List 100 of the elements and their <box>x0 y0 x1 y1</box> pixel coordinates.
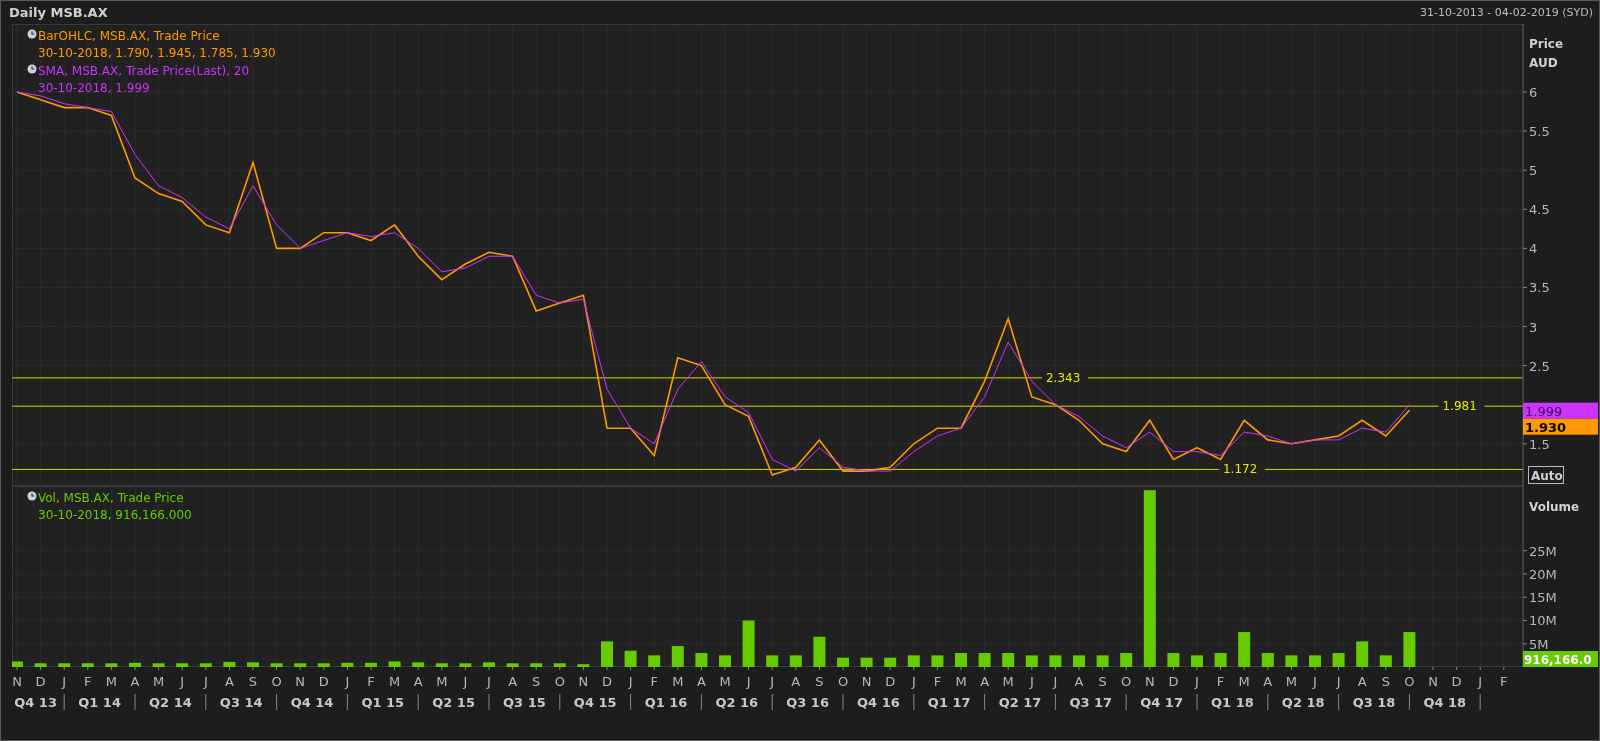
volume-bar <box>648 655 661 667</box>
volume-bar <box>813 636 826 667</box>
month-label: M <box>105 674 117 689</box>
month-label: S <box>1098 674 1107 689</box>
volume-bar <box>955 653 967 667</box>
last-value-tag: 916,166.0 <box>1523 651 1598 667</box>
volume-bar <box>1191 655 1203 667</box>
clock-icon <box>27 64 37 74</box>
legend-values: 30-10-2018, 1.999 <box>38 80 151 97</box>
volume-bar <box>860 657 873 667</box>
volume-bar <box>1309 655 1321 667</box>
quarter-label: Q1 14 <box>78 695 121 710</box>
month-label: J <box>1195 674 1199 689</box>
month-label: J <box>487 674 491 689</box>
volume-bar <box>884 657 897 667</box>
month-label: J <box>911 674 916 689</box>
month-label: D <box>1451 674 1462 689</box>
month-label: J <box>1478 674 1483 689</box>
month-label: M <box>389 674 401 689</box>
quarter-label: Q3 16 <box>786 695 829 710</box>
volume-bar <box>837 657 849 667</box>
volume-bar <box>129 662 141 667</box>
clock-icon <box>27 491 37 501</box>
month-label: M <box>719 674 731 689</box>
axis-unit: AUD <box>1529 56 1558 70</box>
quarter-label: Q4 17 <box>1140 695 1183 710</box>
month-label: A <box>980 674 990 689</box>
volume-bar <box>270 663 283 667</box>
month-label: A <box>224 674 234 689</box>
clock-icon <box>27 29 37 39</box>
legend-series-name: SMA, MSB.AX, Trade Price(Last), 20 <box>38 63 250 80</box>
axis-tick-label: 5.5 <box>1529 124 1550 140</box>
month-label: M <box>672 674 684 689</box>
month-label: O <box>1121 674 1132 689</box>
month-label: J <box>203 674 208 689</box>
month-label: S <box>1381 674 1390 689</box>
quarter-label: Q2 14 <box>149 695 192 710</box>
month-label: S <box>815 674 824 689</box>
auto-scale-button[interactable]: Auto <box>1528 466 1564 484</box>
volume-bar <box>483 662 495 667</box>
month-label: F <box>1500 674 1508 689</box>
window-title: Daily MSB.AX <box>9 5 108 20</box>
month-label: F <box>84 674 92 689</box>
axis-tick-label: 1.5 <box>1529 436 1550 452</box>
axis-tick-label: 4.5 <box>1529 202 1550 218</box>
quarter-label: Q3 18 <box>1352 695 1396 710</box>
last-value-tag: 1.999 <box>1523 402 1598 419</box>
month-label: D <box>35 674 46 689</box>
axis-title: Price <box>1529 37 1564 51</box>
month-label: D <box>885 674 896 689</box>
month-label: M <box>1238 674 1250 689</box>
month-label: S <box>532 674 541 689</box>
volume-bar <box>530 663 543 667</box>
axis-tick-label: 20M <box>1529 566 1557 582</box>
axis-tick-label: 2.5 <box>1529 358 1550 374</box>
volume-bar <box>435 663 448 667</box>
month-label: J <box>463 674 468 689</box>
month-label: A <box>508 674 518 689</box>
month-label: J <box>770 674 775 689</box>
volume-bar <box>247 662 259 667</box>
month-label: O <box>554 674 565 689</box>
month-label: F <box>1216 674 1225 689</box>
volume-bar <box>719 655 731 667</box>
axis-title: Volume <box>1529 500 1580 514</box>
month-label: M <box>1002 674 1014 689</box>
quarter-label: Q4 16 <box>857 695 900 710</box>
quarter-label: Q3 17 <box>1069 695 1113 710</box>
month-label: J <box>1053 674 1058 689</box>
month-label: A <box>791 674 801 689</box>
volume-bar <box>341 662 354 667</box>
month-label: D <box>318 674 329 689</box>
volume-bar <box>1238 632 1251 667</box>
month-label: M <box>955 674 967 689</box>
quarter-label: Q4 14 <box>290 695 334 710</box>
volume-bar <box>459 663 472 667</box>
month-label: J <box>180 674 185 689</box>
volume-bar <box>388 661 401 667</box>
axis-tick-label: 6 <box>1529 85 1538 100</box>
volume-bar <box>176 663 189 667</box>
axis-tick-label: 3 <box>1529 319 1538 335</box>
volume-bar <box>152 663 165 667</box>
month-label: J <box>62 674 67 689</box>
volume-bar <box>317 663 330 667</box>
month-label: D <box>602 674 612 689</box>
month-label: A <box>696 674 706 689</box>
month-label: N <box>295 674 306 689</box>
axis-tick-label: 10M <box>1529 613 1557 629</box>
quarter-label: Q1 16 <box>644 695 688 710</box>
volume-bar <box>412 662 425 667</box>
month-label: J <box>746 674 751 689</box>
axis-tick-label: 5M <box>1529 636 1549 652</box>
level-label: 2.343 <box>1045 370 1081 385</box>
legend-series-name: BarOHLC, MSB.AX, Trade Price <box>38 28 221 45</box>
month-label: M <box>1285 674 1297 689</box>
month-label: J <box>628 674 633 689</box>
month-label: O <box>271 674 282 689</box>
quarter-label: Q3 15 <box>503 695 546 710</box>
volume-bar <box>1002 653 1015 667</box>
month-label: F <box>650 674 658 689</box>
axis-tick-label: 5 <box>1529 163 1538 179</box>
